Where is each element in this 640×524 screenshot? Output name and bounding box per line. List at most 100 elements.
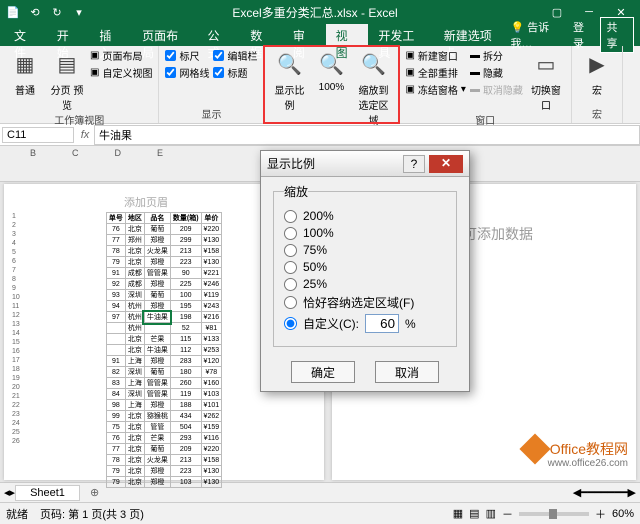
zoom-legend: 缩放: [284, 183, 308, 200]
zoom-level[interactable]: 60%: [612, 508, 634, 520]
pagebreak-view-button[interactable]: ▤分页 预览: [48, 48, 86, 112]
zoom-opt-100[interactable]: 100%: [284, 226, 446, 240]
zoom-opt-fit[interactable]: 恰好容纳选定区域(F): [284, 294, 446, 311]
page-layout-button[interactable]: ▣ 页面布局: [90, 48, 152, 63]
table-row[interactable]: 北京牛油果112¥253: [106, 345, 221, 356]
table-row[interactable]: 杭州52¥81: [106, 323, 221, 334]
table-header: 单号: [106, 213, 125, 224]
custom-views-button[interactable]: ▣ 自定义视图: [90, 65, 152, 80]
table-row[interactable]: 78北京火龙果213¥158: [106, 455, 221, 466]
zoom-opt-200[interactable]: 200%: [284, 209, 446, 223]
freeze-panes-button[interactable]: ▣ 冻结窗格 ▾: [405, 82, 465, 97]
qat-redo-icon[interactable]: ↻: [48, 3, 66, 21]
hide-button[interactable]: ▬ 隐藏: [470, 65, 523, 80]
zoom-dialog: 显示比例 ? ✕ 缩放 200% 100% 75% 50% 25% 恰好容纳选定…: [260, 150, 470, 392]
unhide-button[interactable]: ▬ 取消隐藏: [470, 82, 523, 97]
group-macros: ▶宏 宏: [572, 46, 623, 123]
tab-home[interactable]: 开始: [47, 24, 90, 46]
hscroll[interactable]: ◀━━━━━━━▶: [573, 486, 636, 499]
data-table[interactable]: 单号地区品名数量(箱)单价76北京葡萄209¥22077郑州郑橙299¥1307…: [106, 212, 222, 488]
zoom-opt-75[interactable]: 75%: [284, 243, 446, 257]
zoom-custom-input[interactable]: [365, 314, 399, 333]
zoom-button[interactable]: 🔍显示比例: [270, 48, 308, 112]
tab-view[interactable]: 视图: [326, 24, 369, 46]
add-header-placeholder[interactable]: 添加页眉: [124, 194, 168, 210]
qat-save-icon[interactable]: 📄: [4, 3, 22, 21]
ok-button[interactable]: 确定: [291, 361, 355, 383]
tab-formulas[interactable]: 公式: [198, 24, 241, 46]
table-row[interactable]: 79北京郑橙103¥130: [106, 477, 221, 488]
normal-view-button[interactable]: ▦普通: [6, 48, 44, 97]
table-row[interactable]: 91成都管管果90¥221: [106, 268, 221, 279]
table-row[interactable]: 91上海郑橙283¥120: [106, 356, 221, 367]
sheet-tab[interactable]: Sheet1: [15, 485, 80, 501]
table-row[interactable]: 77北京葡萄209¥220: [106, 444, 221, 455]
window-title: Excel多重分类汇总.xlsx - Excel: [88, 4, 542, 21]
tab-layout[interactable]: 页面布局: [132, 24, 197, 46]
tab-insert[interactable]: 插入: [89, 24, 132, 46]
tab-dev[interactable]: 开发工具: [368, 24, 433, 46]
formula-bar-checkbox[interactable]: 编辑栏: [213, 48, 257, 63]
tab-review[interactable]: 审阅: [283, 24, 326, 46]
group-show: 标尺 网格线 编辑栏 标题 显示: [159, 46, 264, 123]
table-header: 数量(箱): [170, 213, 201, 224]
gridlines-checkbox[interactable]: 网格线: [165, 65, 209, 80]
table-row[interactable]: 94杭州郑橙195¥243: [106, 301, 221, 312]
table-row[interactable]: 83上海管管果260¥160: [106, 378, 221, 389]
table-header: 单价: [201, 213, 222, 224]
macros-button[interactable]: ▶宏: [578, 48, 616, 97]
switch-windows-button[interactable]: ▭切换窗口: [527, 48, 565, 112]
name-box[interactable]: C11: [2, 127, 74, 143]
ruler-checkbox[interactable]: 标尺: [165, 48, 209, 63]
headings-checkbox[interactable]: 标题: [213, 65, 257, 80]
col-header[interactable]: B: [30, 148, 36, 158]
new-window-button[interactable]: ▣ 新建窗口: [405, 48, 465, 63]
table-row[interactable]: 79北京郑橙223¥130: [106, 466, 221, 477]
col-header[interactable]: D: [115, 148, 122, 158]
view-break-icon[interactable]: ▥: [486, 507, 496, 520]
zoom-in-icon[interactable]: ＋: [595, 506, 606, 522]
tab-data[interactable]: 数据: [240, 24, 283, 46]
zoom-opt-25[interactable]: 25%: [284, 277, 446, 291]
col-header[interactable]: C: [72, 148, 79, 158]
formula-input[interactable]: 牛油果: [94, 125, 640, 145]
zoom-to-selection-button[interactable]: 🔍缩放到 选定区域: [354, 48, 392, 127]
cancel-button[interactable]: 取消: [375, 361, 439, 383]
tab-new[interactable]: 新建选项卡: [434, 24, 511, 46]
qat-more-icon[interactable]: ▾: [70, 3, 88, 21]
table-row[interactable]: 82深圳葡萄180¥78: [106, 367, 221, 378]
table-row[interactable]: 79北京郑橙223¥130: [106, 257, 221, 268]
arrange-all-button[interactable]: ▣ 全部重排: [405, 65, 465, 80]
table-row[interactable]: 76北京葡萄209¥220: [106, 224, 221, 235]
qat-undo-icon[interactable]: ⟲: [26, 3, 44, 21]
table-row[interactable]: 84深圳管管果119¥103: [106, 389, 221, 400]
zoom-opt-50[interactable]: 50%: [284, 260, 446, 274]
table-row[interactable]: 78北京火龙果213¥158: [106, 246, 221, 257]
fx-icon[interactable]: fx: [76, 129, 94, 141]
add-sheet-button[interactable]: ⊕: [80, 486, 109, 499]
dialog-close-button[interactable]: ✕: [429, 155, 463, 173]
view-layout-icon[interactable]: ▤: [469, 507, 479, 520]
table-row[interactable]: 77郑州郑橙299¥130: [106, 235, 221, 246]
table-row[interactable]: 北京芒果115¥133: [106, 334, 221, 345]
table-row[interactable]: 75北京管管504¥159: [106, 422, 221, 433]
zoom-slider[interactable]: [519, 512, 589, 516]
split-button[interactable]: ▬ 拆分: [470, 48, 523, 63]
row-numbers: 1234567891011121314151617181920212223242…: [12, 212, 20, 446]
zoom-out-icon[interactable]: －: [502, 506, 513, 522]
table-row[interactable]: 99北京猕猴桃434¥262: [106, 411, 221, 422]
zoom-100-button[interactable]: 🔍100%: [312, 48, 350, 93]
table-row[interactable]: 93深圳葡萄100¥119: [106, 290, 221, 301]
view-normal-icon[interactable]: ▦: [453, 507, 463, 520]
table-row[interactable]: 76北京芒果293¥116: [106, 433, 221, 444]
zoom-opt-custom[interactable]: 自定义(C): %: [284, 314, 446, 333]
col-header[interactable]: E: [157, 148, 163, 158]
tab-file[interactable]: 文件: [4, 24, 47, 46]
dialog-help-button[interactable]: ?: [403, 155, 425, 173]
group-label: 显示: [165, 106, 257, 121]
table-row[interactable]: 98上海郑橙188¥101: [106, 400, 221, 411]
table-row[interactable]: 97杭州牛油果198¥216: [106, 312, 221, 323]
table-row[interactable]: 92成都郑橙225¥246: [106, 279, 221, 290]
group-window: ▣ 新建窗口 ▣ 全部重排 ▣ 冻结窗格 ▾ ▬ 拆分 ▬ 隐藏 ▬ 取消隐藏 …: [399, 46, 571, 123]
watermark: Office教程网 www.office26.com: [524, 438, 628, 460]
